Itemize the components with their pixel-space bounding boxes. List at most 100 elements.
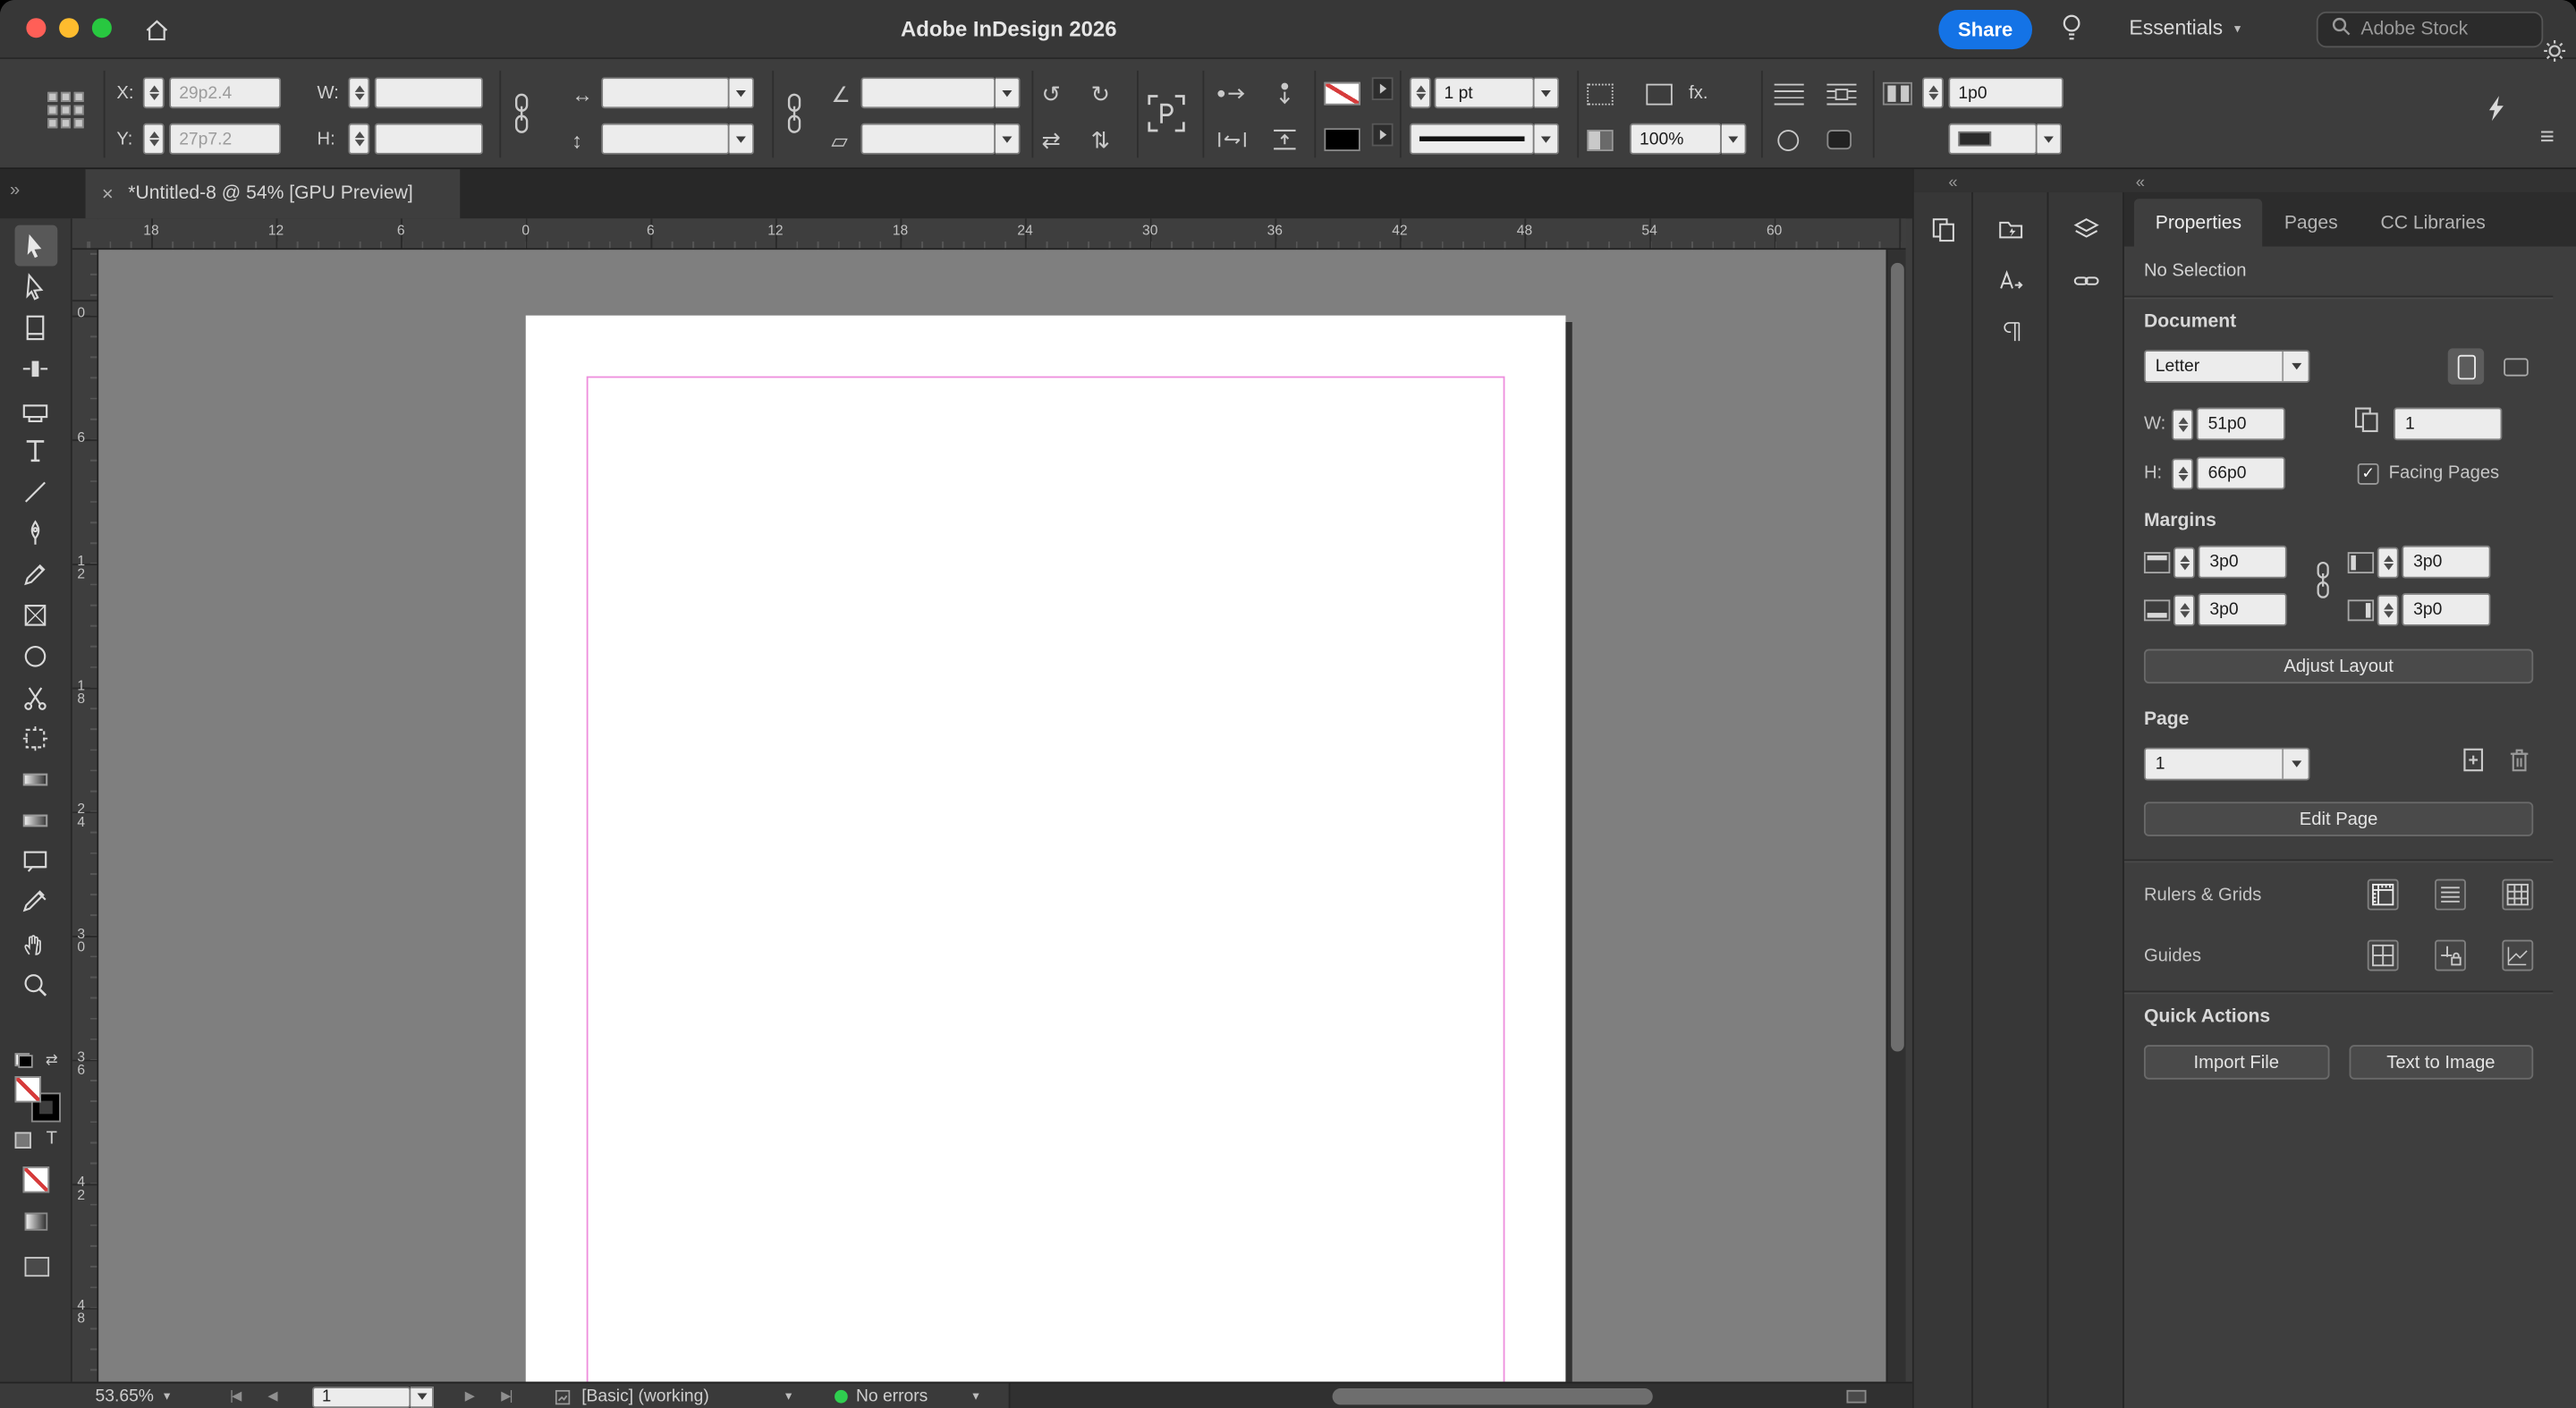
- gap-tool[interactable]: [14, 348, 57, 389]
- scale-x-field[interactable]: [601, 77, 730, 109]
- swap-fill-stroke-icon[interactable]: ⇄: [46, 1052, 58, 1068]
- rectangle-frame-tool[interactable]: [14, 595, 57, 636]
- formatting-affects-text-icon[interactable]: T: [47, 1130, 57, 1149]
- document-grid-icon[interactable]: [2502, 878, 2534, 911]
- last-page-button[interactable]: ▶|: [501, 1388, 513, 1404]
- corner-options-icon[interactable]: [1587, 77, 1614, 110]
- scale-y-field[interactable]: [601, 123, 730, 155]
- vertical-ruler[interactable]: 0 6 12 18 24 30 36 42 48: [72, 250, 99, 1382]
- pen-tool[interactable]: [14, 513, 57, 554]
- stroke-swatch[interactable]: [1324, 123, 1360, 157]
- doc-width-field[interactable]: 51p0: [2196, 407, 2285, 441]
- stroke-weight-dropdown-button[interactable]: [1534, 77, 1560, 109]
- width-field[interactable]: [374, 77, 483, 109]
- import-file-button[interactable]: Import File: [2143, 1045, 2329, 1080]
- lightbulb-icon[interactable]: [2060, 13, 2083, 51]
- margin-outside-field[interactable]: 3p0: [2402, 593, 2491, 626]
- home-icon[interactable]: [143, 16, 171, 51]
- doc-height-stepper[interactable]: [2172, 457, 2194, 489]
- content-collector-tool[interactable]: [14, 389, 57, 430]
- add-page-icon[interactable]: [2460, 746, 2487, 782]
- margin-bottom-stepper[interactable]: [2174, 593, 2195, 625]
- document-tab[interactable]: × *Untitled-8 @ 54% [GPU Preview]: [85, 169, 461, 219]
- tab-cc-libraries[interactable]: CC Libraries: [2360, 199, 2507, 246]
- page-number-select[interactable]: 1: [2143, 747, 2310, 781]
- status-page-dropdown-button[interactable]: [411, 1386, 434, 1408]
- lock-guides-icon[interactable]: [2435, 939, 2466, 971]
- height-stepper[interactable]: [348, 123, 370, 155]
- note-tool[interactable]: [14, 841, 57, 882]
- eyedropper-tool[interactable]: [14, 882, 57, 923]
- pages-count-field[interactable]: 1: [2394, 407, 2503, 441]
- rotation-dropdown-button[interactable]: [996, 77, 1021, 109]
- text-to-image-button[interactable]: Text to Image: [2348, 1045, 2534, 1080]
- margin-top-field[interactable]: 3p0: [2198, 545, 2287, 579]
- page-tool[interactable]: [14, 307, 57, 348]
- text-wrap-none-icon[interactable]: [1774, 77, 1804, 110]
- gutter-field[interactable]: 1p0: [1948, 77, 2063, 109]
- tab-pages[interactable]: Pages: [2263, 199, 2360, 246]
- margin-outside-stepper[interactable]: [2377, 593, 2399, 625]
- zoom-tool[interactable]: [14, 964, 57, 1005]
- x-stepper[interactable]: [142, 77, 165, 109]
- previous-page-button[interactable]: ◀: [267, 1388, 277, 1404]
- spacing-horizontal-icon[interactable]: [1216, 123, 1249, 157]
- margin-inside-field[interactable]: 3p0: [2402, 545, 2491, 579]
- preflight-menu-icon[interactable]: [555, 1389, 571, 1408]
- window-close-button[interactable]: [26, 18, 47, 38]
- shear-dropdown-button[interactable]: [996, 123, 1021, 155]
- width-stepper[interactable]: [348, 77, 370, 109]
- close-tab-icon[interactable]: ×: [102, 182, 114, 206]
- gutter-stepper[interactable]: [1921, 77, 1944, 109]
- tab-properties[interactable]: Properties: [2133, 199, 2263, 247]
- scale-y-dropdown-button[interactable]: [729, 123, 755, 155]
- window-zoom-button[interactable]: [91, 18, 112, 38]
- vertical-scrollbar-thumb[interactable]: [1891, 262, 1904, 1052]
- pencil-tool[interactable]: [14, 554, 57, 595]
- fx-label[interactable]: fx.: [1689, 77, 1707, 110]
- effects-icon[interactable]: [1646, 77, 1673, 110]
- constrain-scale-link-icon[interactable]: [784, 92, 805, 143]
- preflight-status[interactable]: No errors: [856, 1386, 928, 1405]
- tools-panel-collapse-icon[interactable]: »: [10, 181, 20, 200]
- fill-flyout-button[interactable]: [1371, 77, 1394, 101]
- orientation-portrait-button[interactable]: [2447, 348, 2485, 385]
- preflight-profile[interactable]: [Basic] (working): [581, 1386, 709, 1405]
- show-rulers-icon[interactable]: [2367, 878, 2399, 911]
- stroke-style-select[interactable]: [1409, 123, 1535, 155]
- gradient-feather-tool[interactable]: [14, 800, 57, 841]
- margin-inside-stepper[interactable]: [2377, 546, 2399, 578]
- margins-link-icon[interactable]: [2313, 560, 2333, 607]
- dock-collapse-icon[interactable]: «: [1948, 174, 1957, 192]
- window-minimize-button[interactable]: [59, 18, 80, 38]
- layers-icon[interactable]: [2063, 208, 2108, 250]
- default-fill-stroke-icon[interactable]: [14, 1053, 33, 1068]
- first-page-button[interactable]: |◀: [230, 1388, 242, 1404]
- distribute-horizontal-icon[interactable]: [1216, 77, 1249, 110]
- selection-tool[interactable]: [13, 225, 57, 267]
- stroke-style-dropdown-button[interactable]: [1534, 123, 1560, 155]
- baseline-grid-icon[interactable]: [2435, 878, 2466, 911]
- scale-x-dropdown-button[interactable]: [729, 77, 755, 109]
- page-size-select[interactable]: Letter: [2143, 350, 2310, 383]
- height-field[interactable]: [374, 123, 483, 155]
- screen-mode-button[interactable]: [23, 1257, 49, 1277]
- flip-horizontal-icon[interactable]: ⇄: [1041, 123, 1061, 157]
- show-guides-icon[interactable]: [2367, 939, 2399, 971]
- horizontal-scrollbar-thumb[interactable]: [1332, 1388, 1653, 1405]
- text-wrap-jump-icon[interactable]: [1826, 123, 1852, 157]
- distribute-vertical-icon[interactable]: [1268, 77, 1301, 110]
- opacity-dropdown-button[interactable]: [1721, 123, 1747, 155]
- reference-point-grid[interactable]: [47, 91, 84, 129]
- rotate-cw-icon[interactable]: ↻: [1091, 77, 1111, 110]
- constrain-proportions-link-icon[interactable]: [511, 92, 532, 143]
- free-transform-tool[interactable]: [14, 718, 57, 759]
- formatting-affects-container-icon[interactable]: [14, 1131, 32, 1148]
- y-position-field[interactable]: 27p7.2: [169, 123, 282, 155]
- doc-width-stepper[interactable]: [2172, 408, 2194, 440]
- settings-gear-icon[interactable]: [2541, 38, 2567, 72]
- panel-menu-icon[interactable]: ≡: [2540, 123, 2555, 151]
- rotation-angle-field[interactable]: [860, 77, 996, 109]
- pasteboard[interactable]: [98, 250, 1886, 1382]
- horizontal-ruler[interactable]: 18 12 6 0 6 12 18 24 30 36 42 48 54 60: [72, 218, 1906, 250]
